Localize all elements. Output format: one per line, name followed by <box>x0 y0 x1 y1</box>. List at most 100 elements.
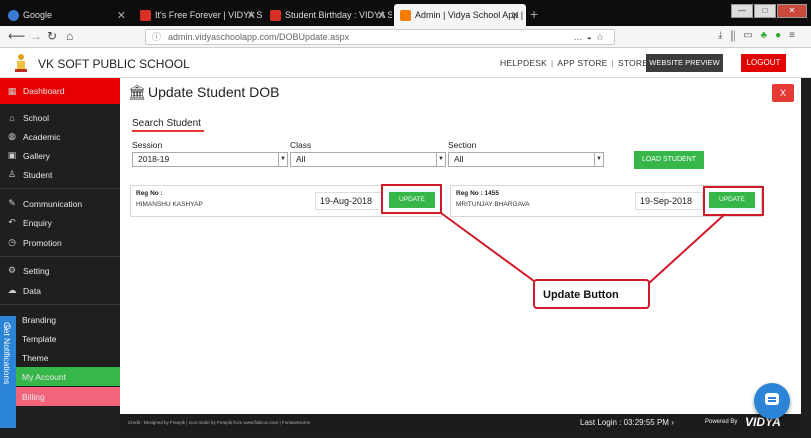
footer: Credit : Designed by Freepik | Icon made… <box>120 414 801 432</box>
credit-text: Credit : Designed by Freepik | Icon made… <box>128 420 311 425</box>
chevron-right-icon: › <box>671 418 674 427</box>
sidebar-item-branding[interactable]: Branding <box>0 310 120 329</box>
sidebar-item-student[interactable]: ♙ Student <box>0 165 120 184</box>
sidebar-toggle-icon[interactable]: ▭ <box>743 30 760 41</box>
sidebar-item-enquiry[interactable]: ↶ Enquiry <box>0 213 120 232</box>
browser-tab-bar: Google ✕ It's Free Forever | VIDYA Schoo… <box>0 0 811 26</box>
chevron-down-icon: ▼ <box>436 153 445 166</box>
download-icon[interactable]: ⤓ <box>718 30 730 41</box>
institution-icon: 🏛 <box>128 84 146 100</box>
search-student-heading: Search Student <box>132 118 201 129</box>
website-preview-button[interactable]: WEBSITE PREVIEW <box>646 54 723 72</box>
gallery-icon: ▣ <box>7 150 17 160</box>
sidebar-item-template[interactable]: Template <box>0 329 120 348</box>
url-bar[interactable]: ⓘ admin.vidyaschoolapp.com/DOBUpdate.asp… <box>145 29 615 45</box>
get-notifications-tab[interactable]: Get Notifications ▭ <box>0 316 16 428</box>
class-select[interactable]: All ▼ <box>290 152 446 167</box>
maximize-button[interactable]: □ <box>754 4 776 18</box>
url-tools: …◒☆ <box>573 30 608 44</box>
extension-icon[interactable]: ♣ <box>761 30 776 41</box>
home-icon[interactable]: ⌂ <box>66 29 73 43</box>
browser-tab-student-birthday[interactable]: Student Birthday : VIDYA SCHO ✕ <box>264 4 392 26</box>
close-button[interactable]: X <box>772 84 794 102</box>
sidebar-item-communication[interactable]: ✎ Communication <box>0 194 120 213</box>
enquiry-icon: ↶ <box>8 217 16 227</box>
page-title: Update Student DOB <box>148 84 280 100</box>
browser-tab-free-forever[interactable]: It's Free Forever | VIDYA School ✕ <box>134 4 262 26</box>
sidebar-item-academic[interactable]: ◍ Academic <box>0 127 120 146</box>
sidebar-item-school[interactable]: ⌂ School <box>0 108 120 127</box>
browser-tab-google[interactable]: Google ✕ <box>2 4 132 26</box>
school-icon: ⌂ <box>9 112 15 123</box>
close-tab-icon[interactable]: ✕ <box>117 9 126 22</box>
browser-tab-admin[interactable]: Admin | Vidya School App | It's ✕ <box>394 4 526 26</box>
update-highlight-box <box>703 186 764 216</box>
section-select[interactable]: All ▼ <box>448 152 604 167</box>
student-name: HIMANSHU KASHYAP <box>136 201 203 208</box>
reg-no: Reg No : <box>136 190 163 197</box>
heading-underline <box>132 130 204 132</box>
library-icon[interactable]: ⫼ <box>731 30 744 41</box>
sidebar-item-dashboard[interactable]: ▦ Dashboard <box>0 78 120 104</box>
school-logo <box>15 54 27 72</box>
communication-icon: ✎ <box>8 198 16 208</box>
sidebar-item-billing[interactable]: Billing <box>0 387 120 406</box>
menu-icon[interactable]: ≡ <box>789 30 803 41</box>
logout-button[interactable]: LOGOUT <box>741 54 786 72</box>
new-tab-button[interactable]: + <box>530 6 538 22</box>
chat-button[interactable] <box>754 383 790 419</box>
sidebar-divider <box>0 188 120 189</box>
sidebar-item-promotion[interactable]: ◷ Promotion <box>0 233 120 252</box>
school-name: VK SOFT PUBLIC SCHOOL <box>38 57 190 71</box>
chevron-down-icon: ▼ <box>278 153 287 166</box>
close-tab-icon[interactable]: ✕ <box>377 9 386 22</box>
dob-input[interactable]: 19-Sep-2018 <box>635 192 703 210</box>
minimize-button[interactable]: — <box>731 4 753 18</box>
app-store-link[interactable]: APP STORE <box>557 58 607 68</box>
info-icon[interactable]: ⓘ <box>152 30 161 44</box>
reload-icon[interactable]: ↻ <box>47 29 57 43</box>
store-link[interactable]: STORE <box>618 58 648 68</box>
promotion-icon: ◷ <box>8 237 16 247</box>
last-login: Last Login : 03:29:55 PM › <box>580 418 674 427</box>
window-controls: — □ ✕ <box>731 4 807 18</box>
forward-icon[interactable]: → <box>30 29 42 43</box>
google-icon <box>8 9 19 21</box>
bookmark-icon[interactable]: ☆ <box>596 32 608 42</box>
main-panel: 🏛 Update Student DOB X Search Student Se… <box>120 78 801 414</box>
sidebar-item-my-account[interactable]: My Account <box>0 367 120 386</box>
dob-input[interactable]: 19-Aug-2018 <box>315 192 383 210</box>
load-student-button[interactable]: LOAD STUDENT <box>634 151 704 169</box>
browser-nav-bar: ⟵ → ↻ ⌂ ⓘ admin.vidyaschoolapp.com/DOBUp… <box>0 26 811 48</box>
sidebar-item-gallery[interactable]: ▣ Gallery <box>0 146 120 165</box>
back-icon[interactable]: ⟵ <box>8 29 25 43</box>
session-select[interactable]: 2018-19 ▼ <box>132 152 288 167</box>
close-tab-icon[interactable]: ✕ <box>511 9 520 22</box>
vidya-icon <box>400 9 411 21</box>
session-label: Session <box>132 140 163 150</box>
globe-icon: ◍ <box>8 131 16 141</box>
header-links: HELPDESK | APP STORE | STORE <box>500 58 649 68</box>
section-label: Section <box>448 140 477 150</box>
bell-icon: ▭ <box>3 322 12 331</box>
sidebar-divider <box>0 256 120 257</box>
helpdesk-link[interactable]: HELPDESK <box>500 58 547 68</box>
pocket-icon[interactable]: ◒ <box>586 32 595 42</box>
vidya-icon <box>270 9 281 21</box>
student-icon: ♙ <box>7 169 17 179</box>
sync-icon[interactable]: ● <box>775 30 789 41</box>
data-icon: ☁ <box>7 285 17 295</box>
update-button-callout: Update Button <box>533 279 650 309</box>
sidebar-item-theme[interactable]: Theme <box>0 348 120 367</box>
close-tab-icon[interactable]: ✕ <box>247 9 256 22</box>
setting-icon: ⚙ <box>7 265 17 275</box>
dashboard-icon: ▦ <box>7 85 17 96</box>
sidebar-divider <box>0 304 120 305</box>
window-close-button[interactable]: ✕ <box>777 4 807 18</box>
powered-by: Powered By <box>705 419 738 425</box>
class-label: Class <box>290 140 312 150</box>
more-icon[interactable]: … <box>573 32 586 42</box>
sidebar-item-setting[interactable]: ⚙ Setting <box>0 261 120 280</box>
sidebar-item-data[interactable]: ☁ Data <box>0 281 120 300</box>
app-header: VK SOFT PUBLIC SCHOOL HELPDESK | APP STORE… <box>0 48 811 78</box>
